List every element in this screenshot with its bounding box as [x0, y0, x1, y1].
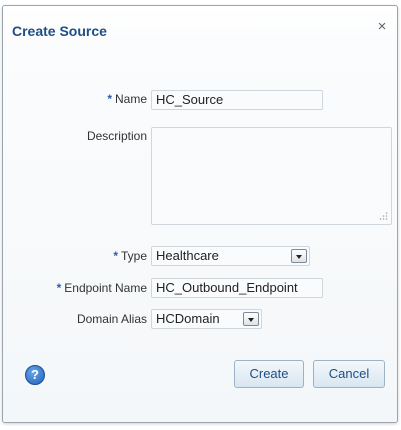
cancel-button[interactable]: Cancel	[313, 360, 385, 388]
endpoint-name-field[interactable]: HC_Outbound_Endpoint	[151, 278, 323, 298]
type-select[interactable]: Healthcare	[151, 246, 310, 266]
required-marker: *	[56, 281, 62, 295]
description-field[interactable]	[151, 127, 392, 225]
domain-alias-label: Domain Alias	[76, 312, 147, 326]
required-marker: *	[107, 92, 112, 106]
close-icon[interactable]: ×	[373, 18, 391, 36]
domain-alias-select[interactable]: HCDomain	[151, 309, 262, 329]
description-label: Description	[86, 129, 147, 143]
create-source-dialog: Create Source × * Name HC_Source Descript…	[2, 5, 398, 423]
help-icon[interactable]: ?	[25, 365, 45, 385]
name-field[interactable]: HC_Source	[151, 90, 323, 110]
required-marker: *	[113, 249, 118, 263]
resize-grip-icon[interactable]	[378, 211, 388, 221]
dialog-title: Create Source	[12, 23, 107, 39]
chevron-down-icon[interactable]	[243, 312, 259, 326]
type-label: * Type	[113, 249, 147, 263]
create-button[interactable]: Create	[234, 360, 304, 388]
name-label: * Name	[107, 92, 147, 106]
endpoint-name-label: * Endpoint Name	[56, 281, 147, 295]
chevron-down-icon[interactable]	[291, 249, 307, 263]
